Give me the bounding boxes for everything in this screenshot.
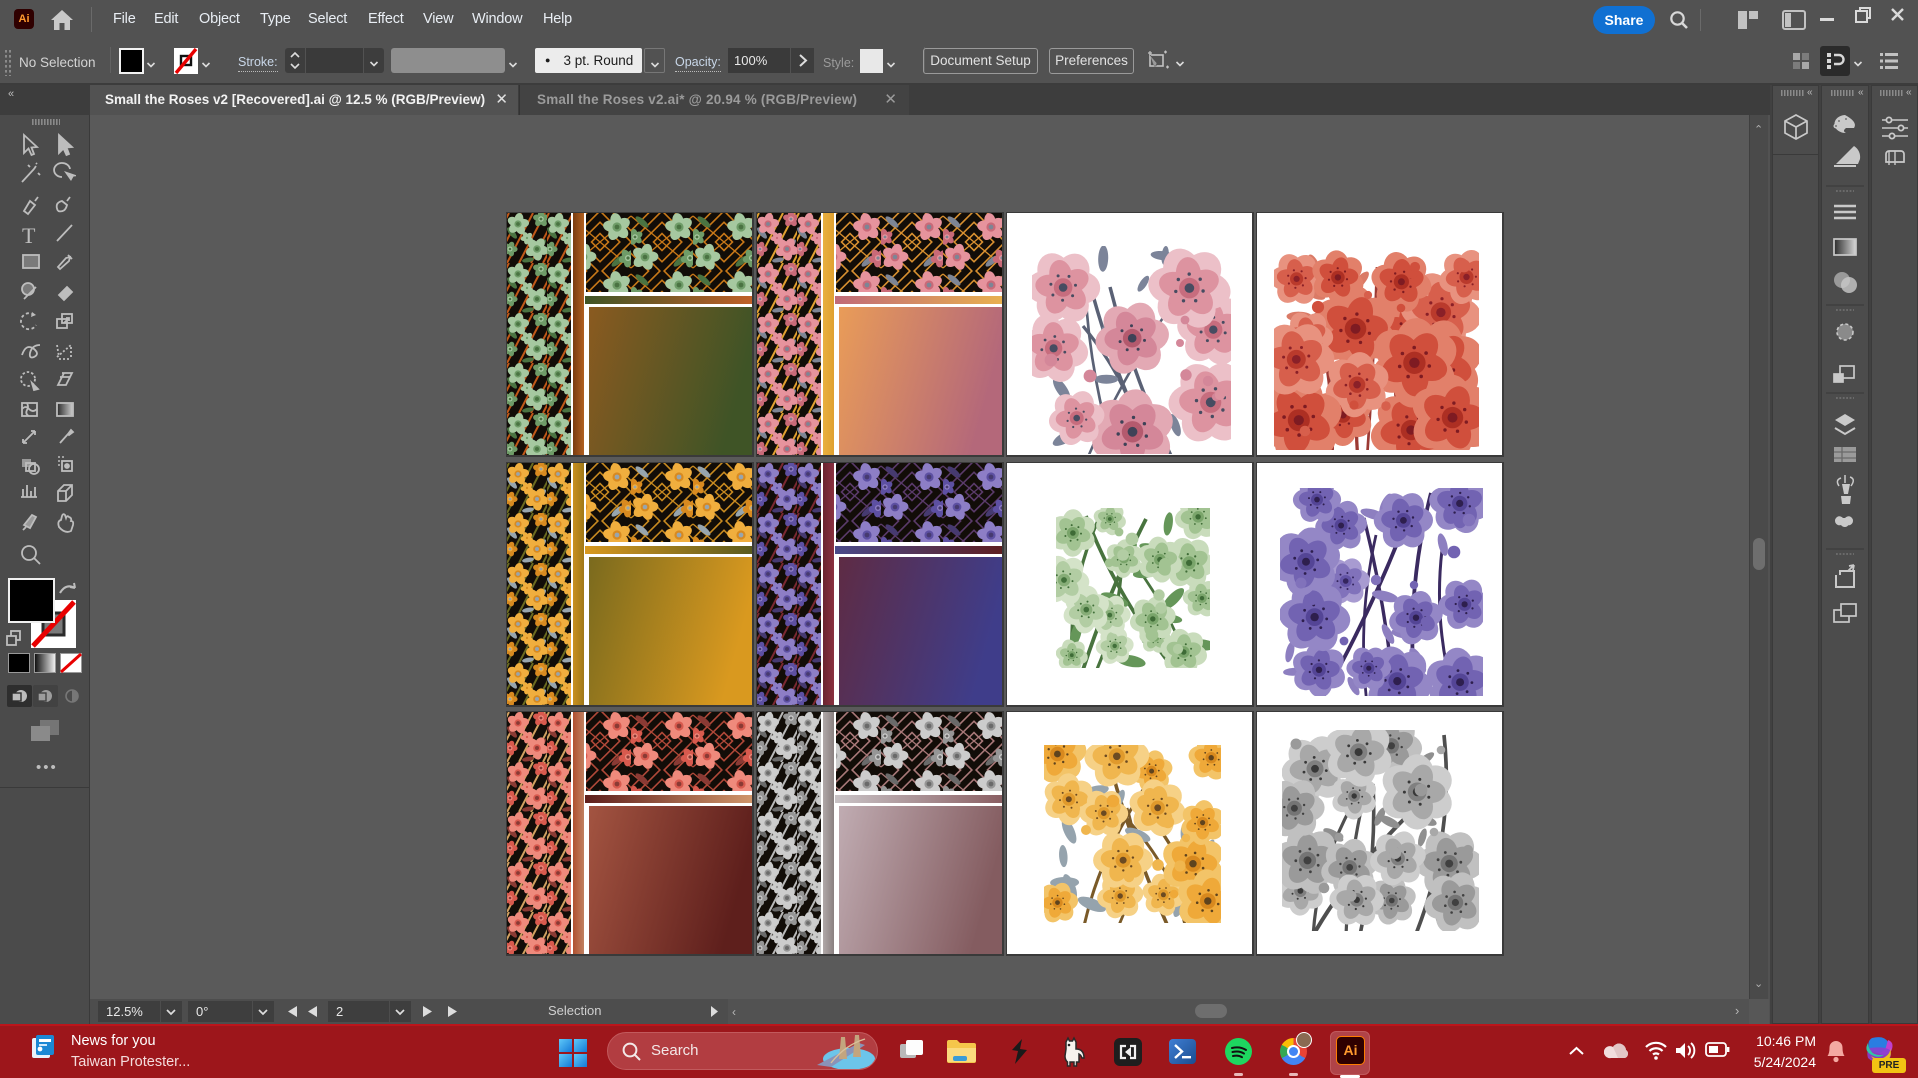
svg-text:T: T <box>22 223 36 248</box>
